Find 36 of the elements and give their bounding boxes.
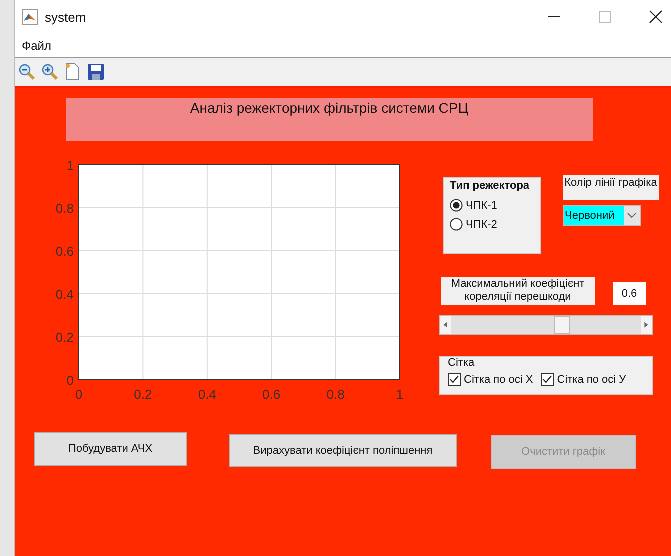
- y-tick-label: 0: [66, 373, 74, 388]
- x-tick-label: 1: [396, 387, 404, 402]
- x-tick-label: 0.2: [134, 387, 152, 402]
- checkbox-option[interactable]: Сітка по осі Х: [448, 373, 534, 386]
- caret-icon: [624, 206, 640, 225]
- value-field[interactable]: 0.6: [613, 282, 646, 305]
- new-file-icon[interactable]: [64, 63, 82, 81]
- y-tick-label: 0.6: [56, 244, 74, 259]
- color-dropdown[interactable]: Червоний: [563, 205, 641, 226]
- panel-title: Тип режектора: [450, 180, 531, 192]
- app-logo-icon: [22, 9, 38, 25]
- correlation-label: Максимальний коефіцієнт кореляції перешкоди: [441, 277, 595, 305]
- action-button[interactable]: Вирахувати коефіцієнт поліпшення: [229, 434, 457, 467]
- radio-option[interactable]: ЧПК-1: [450, 199, 534, 212]
- y-tick-label: 0.2: [56, 330, 74, 345]
- radio-option[interactable]: ЧПК-2: [450, 218, 534, 231]
- action-button[interactable]: Побудувати АЧХ: [34, 432, 187, 466]
- heading-text: Аналіз режекторних фільтрів системи СРЦ: [190, 100, 469, 118]
- x-tick-label: 0.8: [326, 387, 345, 402]
- x-tick-label: 0.6: [262, 387, 281, 402]
- menu-item[interactable]: Файл: [22, 38, 52, 52]
- x-tick-label: 0: [75, 387, 83, 402]
- close-icon[interactable]: [649, 10, 663, 24]
- y-tick-label: 1: [66, 158, 74, 173]
- x-tick-label: 0.4: [198, 387, 216, 402]
- y-tick-label: 0.8: [56, 201, 74, 216]
- slider-thumb[interactable]: [554, 316, 570, 334]
- checkbox-option[interactable]: Сітка по осі У: [541, 373, 626, 386]
- color-label: Колір лінії графіка: [563, 175, 659, 200]
- correlation-slider[interactable]: [439, 315, 653, 335]
- zoom-in-icon[interactable]: [41, 63, 59, 81]
- window-title: system: [45, 10, 86, 24]
- zoom-out-icon[interactable]: [18, 63, 36, 81]
- panel-title: Сітка: [448, 357, 476, 370]
- y-tick-label: 0.4: [56, 287, 74, 302]
- save-icon[interactable]: [87, 63, 105, 81]
